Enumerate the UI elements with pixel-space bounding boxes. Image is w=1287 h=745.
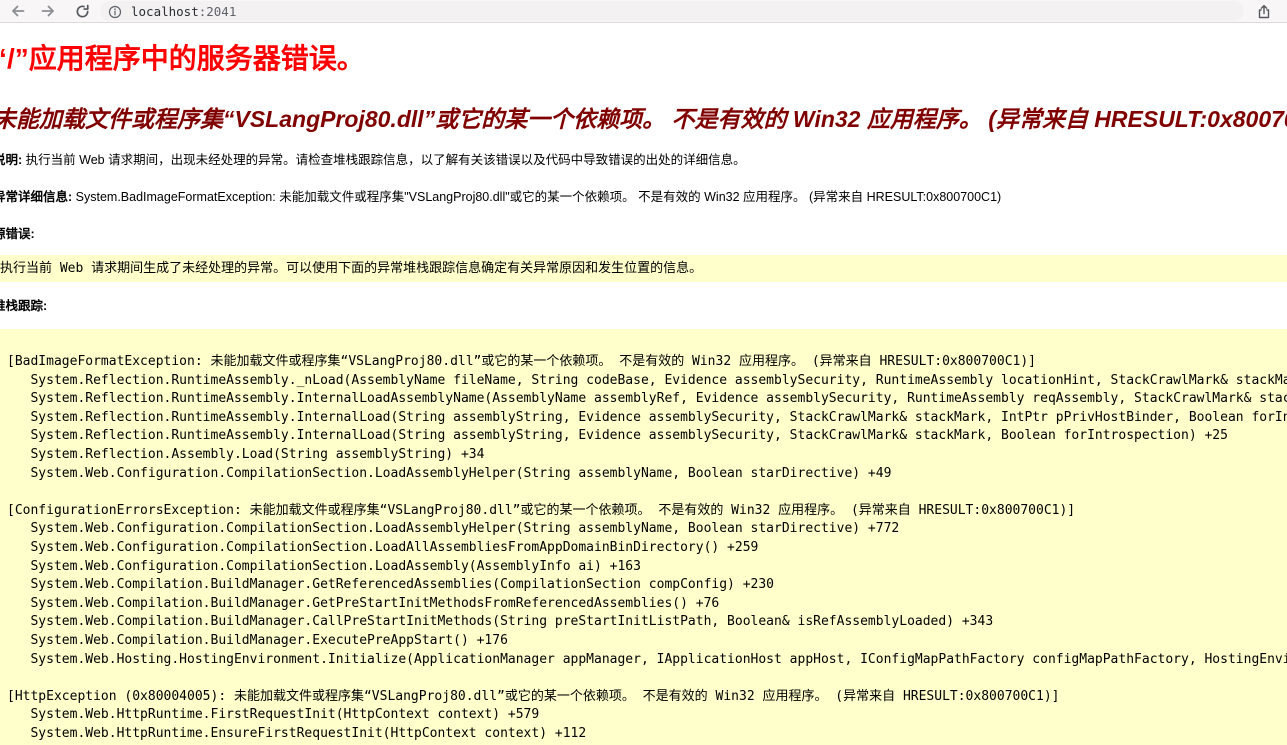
reload-icon bbox=[75, 4, 90, 19]
share-icon bbox=[1255, 3, 1273, 21]
address-url-group[interactable]: localhost:2041 bbox=[108, 0, 236, 23]
stack-trace-text: [BadImageFormatException: 未能加载文件或程序集“VSL… bbox=[7, 353, 1287, 745]
source-error-box: 执行当前 Web 请求期间生成了未经处理的异常。可以使用下面的异常堆栈跟踪信息确… bbox=[0, 255, 1287, 282]
description-text: 执行当前 Web 请求期间，出现未经处理的异常。请检查堆栈跟踪信息，以了解有关该… bbox=[22, 153, 745, 167]
browser-toolbar: localhost:2041 bbox=[0, 0, 1287, 23]
description-label: 说明: bbox=[0, 153, 22, 167]
url-text: localhost:2041 bbox=[131, 4, 236, 19]
source-error-label: 源错误: bbox=[0, 223, 1287, 242]
server-error-page: “/”应用程序中的服务器错误。 未能加载文件或程序集“VSLangProj80.… bbox=[0, 37, 1287, 745]
url-host: localhost bbox=[131, 4, 199, 19]
exception-label: 异常详细信息: bbox=[0, 190, 72, 204]
stack-trace-box: [BadImageFormatException: 未能加载文件或程序集“VSL… bbox=[0, 329, 1287, 745]
back-button[interactable] bbox=[8, 1, 28, 21]
back-arrow-icon bbox=[10, 3, 26, 19]
exception-text: System.BadImageFormatException: 未能加载文件或程… bbox=[72, 190, 1001, 204]
exception-detail-line: 异常详细信息: System.BadImageFormatException: … bbox=[0, 186, 1287, 205]
forward-arrow-icon bbox=[40, 3, 56, 19]
description-line: 说明: 执行当前 Web 请求期间，出现未经处理的异常。请检查堆栈跟踪信息，以了… bbox=[0, 149, 1287, 168]
address-bar[interactable] bbox=[100, 1, 1244, 21]
share-button[interactable] bbox=[1255, 3, 1273, 21]
page-title: “/”应用程序中的服务器错误。 bbox=[0, 37, 1287, 77]
error-subtitle: 未能加载文件或程序集“VSLangProj80.dll”或它的某一个依赖项。 不… bbox=[0, 100, 1287, 134]
stack-trace-label: 堆栈跟踪: bbox=[0, 295, 1287, 314]
source-error-text: 执行当前 Web 请求期间生成了未经处理的异常。可以使用下面的异常堆栈跟踪信息确… bbox=[0, 261, 702, 276]
url-port: :2041 bbox=[199, 4, 237, 19]
info-icon[interactable] bbox=[108, 5, 122, 19]
reload-button[interactable] bbox=[72, 1, 92, 21]
forward-button[interactable] bbox=[38, 1, 58, 21]
